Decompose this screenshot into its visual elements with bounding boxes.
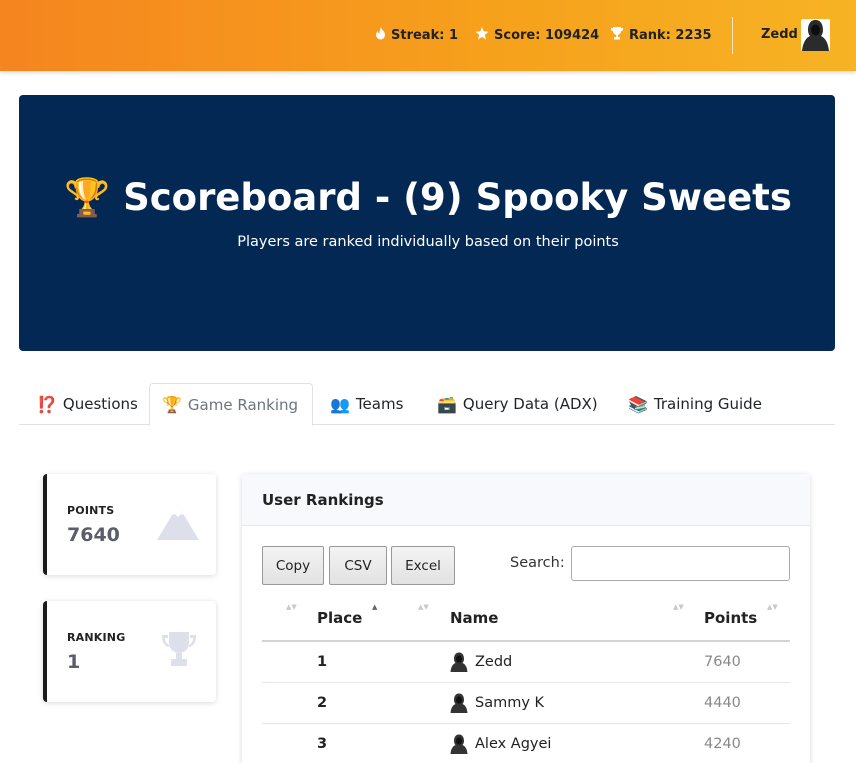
tab-teams-label: Teams	[355, 395, 404, 413]
trophy-icon	[610, 27, 624, 44]
points-cell: 4440	[704, 695, 741, 711]
tab-questions-label: Questions	[62, 395, 138, 413]
question-exclamation-icon: ⁉️	[37, 394, 57, 414]
trophy-icon: 🏆	[162, 395, 182, 414]
name-text: Sammy K	[475, 695, 545, 711]
name-text: Zedd	[475, 654, 513, 670]
flame-icon	[375, 27, 386, 44]
ranking-card: RANKING 1	[43, 601, 216, 702]
excel-button[interactable]: Excel	[391, 546, 455, 585]
place-cell: 3	[317, 736, 328, 752]
rank-stat: Rank: 2235	[610, 27, 712, 44]
score-text: Score: 109424	[494, 28, 600, 43]
tab-query-data-label: Query Data (ADX)	[462, 395, 598, 413]
name-cell: Alex Agyei	[450, 734, 551, 754]
user-name[interactable]: Zedd	[761, 27, 798, 42]
column-header-points[interactable]: Points	[704, 609, 757, 627]
top-navbar: Streak: 1 Score: 109424 Rank: 2235 Zedd	[0, 0, 856, 71]
tab-questions[interactable]: ⁉️ Questions	[25, 383, 150, 425]
score-stat: Score: 109424	[475, 27, 599, 44]
column-header-place[interactable]: Place	[317, 609, 362, 627]
panel-title: User Rankings	[262, 491, 384, 509]
csv-button[interactable]: CSV	[329, 546, 387, 585]
place-cell: 2	[317, 695, 328, 711]
search-input[interactable]	[571, 546, 790, 581]
tab-training-guide-label: Training Guide	[653, 395, 762, 413]
table-row: 2 Sammy K 4440	[262, 683, 790, 724]
books-icon: 📚	[628, 394, 648, 414]
streak-stat: Streak: 1	[375, 27, 458, 44]
user-rankings-panel: User Rankings Copy CSV Excel Search: Pla…	[242, 474, 810, 763]
user-avatar[interactable]	[801, 19, 830, 51]
page-title: 🏆 Scoreboard - (9) Spooky Sweets	[0, 176, 856, 220]
page-title-text: Scoreboard - (9) Spooky Sweets	[123, 176, 792, 219]
rank-text: Rank: 2235	[629, 28, 712, 43]
tab-training-guide[interactable]: 📚 Training Guide	[616, 383, 774, 425]
database-icon: 🗃️	[437, 394, 457, 414]
panel-header: User Rankings	[242, 474, 810, 526]
points-cell: 4240	[704, 736, 741, 752]
column-header-name[interactable]: Name	[450, 609, 498, 627]
hero-banner	[19, 95, 835, 351]
points-cell: 7640	[704, 654, 741, 670]
sort-arrows-icon: ▲▼	[286, 603, 297, 611]
user-avatar-icon	[450, 734, 468, 754]
place-cell: 1	[317, 654, 328, 670]
name-cell: Sammy K	[450, 693, 544, 713]
people-icon: 👥	[330, 394, 350, 414]
copy-button[interactable]: Copy	[262, 546, 324, 585]
sort-arrows-icon: ▲▼	[767, 603, 778, 611]
trophy-icon	[160, 632, 198, 672]
points-card: POINTS 7640	[43, 474, 216, 575]
ranking-value: 1	[67, 651, 81, 673]
sort-asc-icon: ▲	[372, 603, 378, 611]
page-subtitle: Players are ranked individually based on…	[237, 234, 619, 250]
points-label: POINTS	[67, 504, 115, 517]
mountain-icon	[157, 505, 199, 544]
sort-arrows-icon: ▲▼	[418, 603, 429, 611]
navbar-divider	[732, 17, 733, 54]
table-row: 3 Alex Agyei 4240	[262, 724, 790, 763]
user-avatar-icon	[450, 652, 468, 672]
name-text: Alex Agyei	[475, 736, 552, 752]
points-value: 7640	[67, 524, 120, 546]
tab-game-ranking[interactable]: 🏆 Game Ranking	[149, 383, 313, 426]
search-label: Search:	[510, 555, 565, 571]
table-row: 1 Zedd 7640	[262, 642, 790, 683]
trophy-emoji-icon: 🏆	[64, 176, 111, 219]
star-icon	[475, 27, 489, 44]
name-cell: Zedd	[450, 652, 512, 672]
streak-text: Streak: 1	[391, 28, 458, 43]
tab-query-data[interactable]: 🗃️ Query Data (ADX)	[425, 383, 610, 425]
tab-teams[interactable]: 👥 Teams	[318, 383, 415, 425]
tab-game-ranking-label: Game Ranking	[187, 395, 299, 414]
sort-arrows-icon: ▲▼	[673, 603, 684, 611]
ranking-label: RANKING	[67, 631, 126, 644]
user-avatar-icon	[450, 693, 468, 713]
